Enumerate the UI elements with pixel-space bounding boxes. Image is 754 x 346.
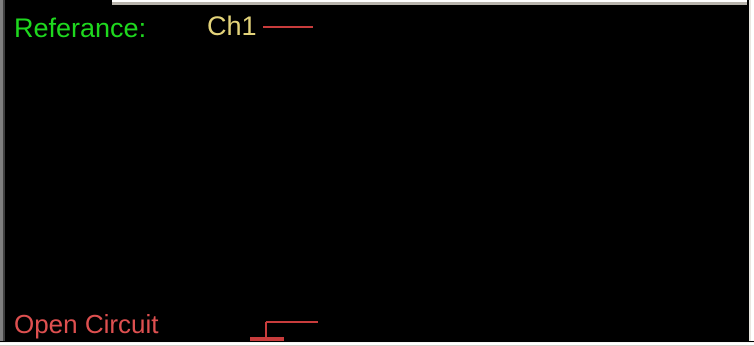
reference-label: Referance: [14,13,147,43]
waveform-display-screen: Referance: Ch1 Open Circuit [7,5,747,341]
reference-channel-label: Ch1 [207,11,257,41]
frame-border-bottom [0,341,754,345]
channel-trace-line-icon [263,26,313,28]
open-circuit-status-label: Open Circuit [14,309,159,339]
open-circuit-symbol-icon [250,321,318,341]
frame-border-left [0,0,7,345]
display-panel-frame: Referance: Ch1 Open Circuit [0,0,754,345]
frame-border-right [747,0,754,345]
